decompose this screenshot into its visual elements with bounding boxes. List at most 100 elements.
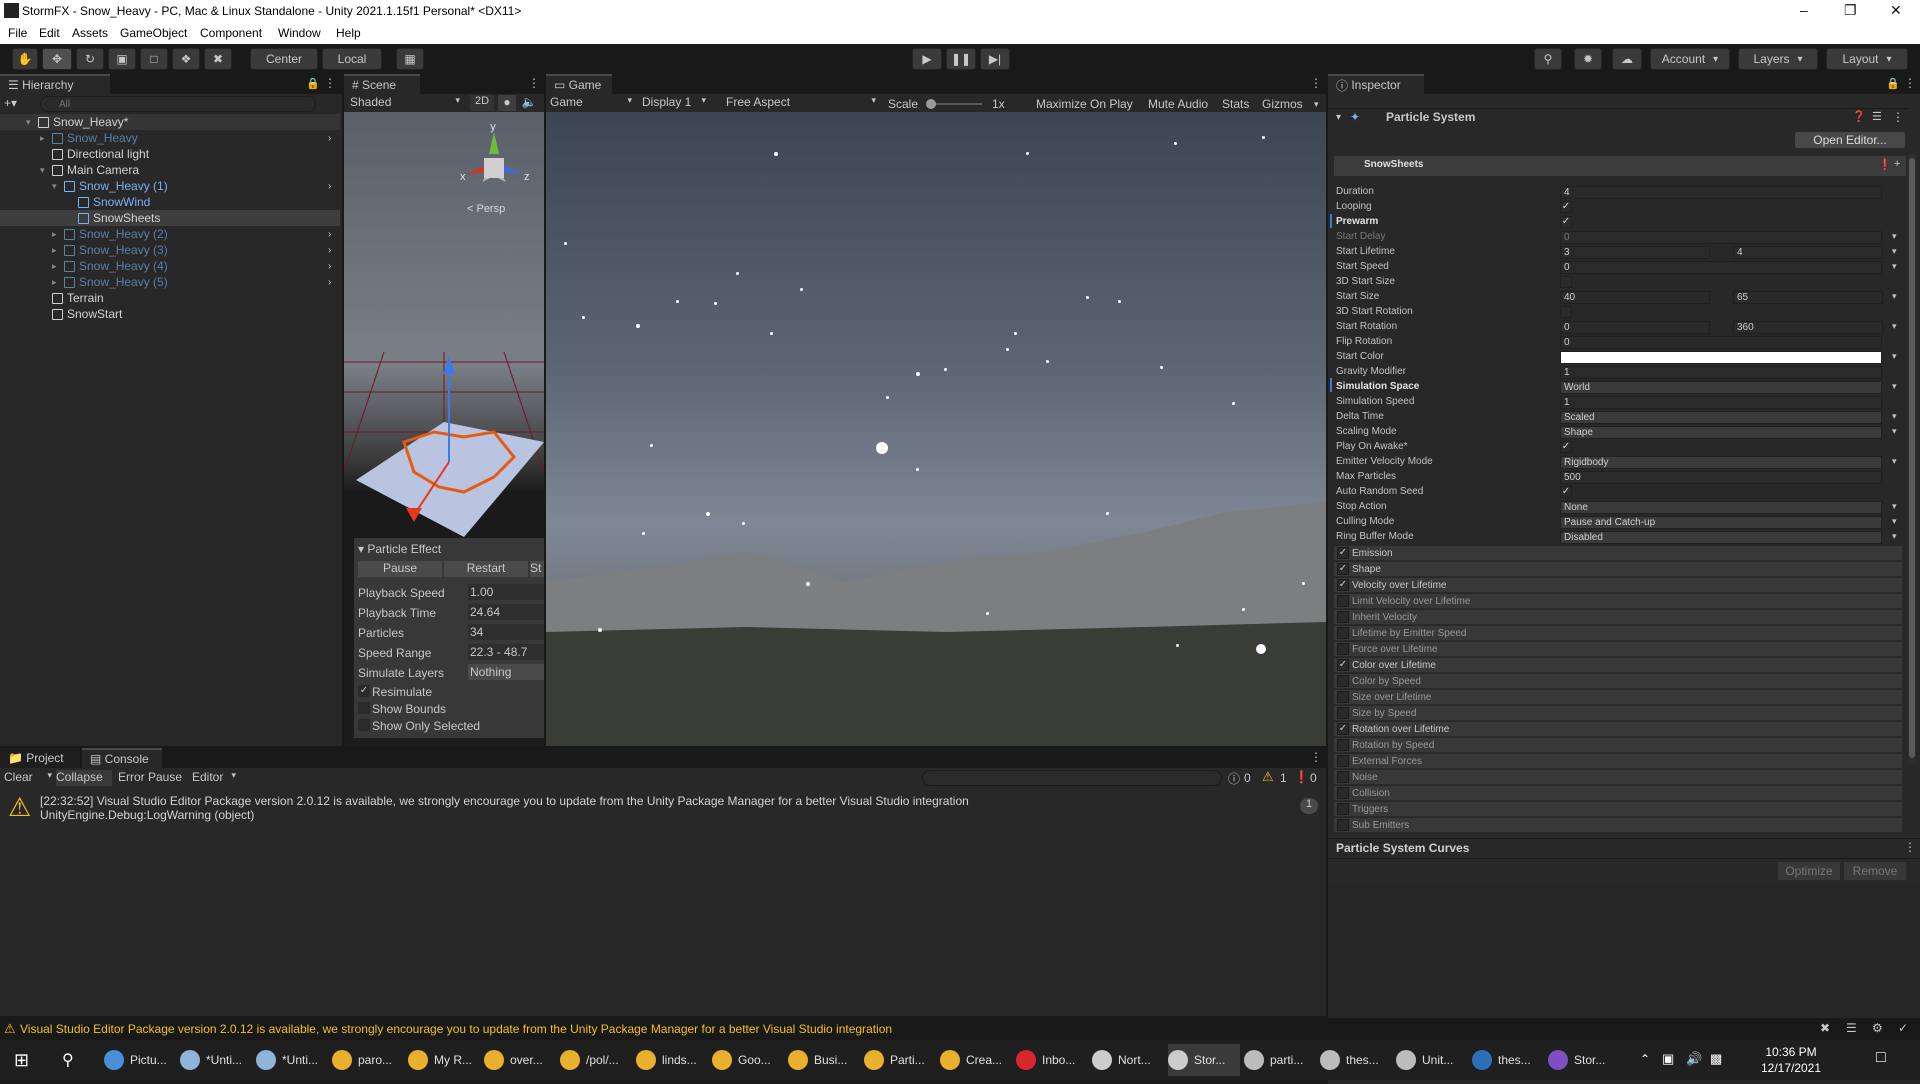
tab-console[interactable]: ▤ Console <box>82 748 162 768</box>
debug-icon[interactable]: ✖ <box>1820 1021 1830 1035</box>
console-menu-icon[interactable]: ⋮ <box>1310 750 1322 764</box>
rect-tool-icon[interactable]: □ <box>140 48 168 70</box>
tray-network-icon[interactable]: ▣ <box>1662 1051 1674 1067</box>
system-header[interactable]: SnowSheets ❗ + <box>1334 156 1906 176</box>
module-checkbox[interactable] <box>1337 595 1349 607</box>
property-value[interactable]: 0 <box>1560 231 1882 244</box>
taskbar-app[interactable]: Crea... <box>940 1044 1012 1076</box>
property-value[interactable]: 40 <box>1560 291 1710 304</box>
system-info-icon[interactable]: ❗ <box>1878 158 1892 171</box>
hierarchy-item[interactable]: ▸ Snow_Heavy (5) › <box>0 274 340 290</box>
preset-icon[interactable]: ☰ <box>1872 110 1882 123</box>
expand-arrow-icon[interactable]: ▾ <box>40 165 52 176</box>
menu-component[interactable]: Component <box>200 26 262 40</box>
particle-effect-toggle[interactable]: ✓ Resimulate <box>358 684 544 700</box>
scale-slider[interactable] <box>928 103 982 105</box>
console-search-input[interactable] <box>922 770 1222 786</box>
property-value-max[interactable]: 4 <box>1733 246 1883 259</box>
module-header[interactable]: Size by Speed <box>1334 706 1902 721</box>
taskbar-app[interactable]: thes... <box>1472 1044 1544 1076</box>
taskbar-app[interactable]: *Unti... <box>256 1044 328 1076</box>
optimize-button[interactable]: Optimize <box>1778 862 1840 880</box>
gizmos-dropdown[interactable]: Gizmos <box>1262 97 1303 111</box>
module-header[interactable]: ✓ Emission <box>1334 546 1902 561</box>
property-value[interactable]: 4 <box>1560 186 1882 199</box>
help-icon[interactable]: ❓ <box>1852 110 1866 123</box>
expand-arrow-icon[interactable]: ▸ <box>52 277 64 288</box>
remove-button[interactable]: Remove <box>1844 862 1906 880</box>
hierarchy-item[interactable]: Terrain <box>0 290 340 306</box>
taskbar-search-icon[interactable]: ⚲ <box>62 1050 74 1070</box>
scale-slider-thumb[interactable] <box>926 99 936 109</box>
game-mode-dropdown[interactable]: Game ▾ <box>550 95 636 111</box>
dropdown-chevron-icon[interactable]: ▾ <box>1892 381 1897 392</box>
maximize-icon[interactable]: ❐ <box>1844 2 1857 19</box>
taskbar-app[interactable]: Pictu... <box>104 1044 176 1076</box>
hierarchy-item[interactable]: ▸ Snow_Heavy (4) › <box>0 258 340 274</box>
module-header[interactable]: Noise <box>1334 770 1902 785</box>
property-value[interactable]: 1 <box>1560 366 1882 379</box>
prefab-open-icon[interactable]: › <box>328 277 331 288</box>
console-log-entry[interactable]: ⚠ [22:32:52] Visual Studio Editor Packag… <box>0 792 1326 826</box>
tab-scene[interactable]: # Scene <box>344 74 420 94</box>
search-icon[interactable]: ⚲ <box>1534 48 1562 70</box>
pivot-local-button[interactable]: Local <box>322 48 382 70</box>
module-checkbox[interactable]: ✓ <box>1337 659 1349 671</box>
auto-refresh-icon[interactable]: ✓ <box>1898 1021 1908 1035</box>
curves-menu-icon[interactable]: ⋮ <box>1904 840 1916 854</box>
hierarchy-item[interactable]: SnowWind <box>0 194 340 210</box>
dropdown-chevron-icon[interactable]: ▾ <box>1892 411 1897 422</box>
property-value[interactable]: World <box>1560 381 1882 394</box>
checkbox[interactable] <box>358 719 370 731</box>
hierarchy-item[interactable]: ▾ Snow_Heavy (1) › <box>0 178 340 194</box>
property-value[interactable]: Shape <box>1560 426 1882 439</box>
taskbar-app[interactable]: paro... <box>332 1044 404 1076</box>
error-pause-toggle[interactable]: Error Pause <box>118 770 190 786</box>
hierarchy-item[interactable]: ▸ Snow_Heavy (3) › <box>0 242 340 258</box>
hierarchy-item[interactable]: SnowStart <box>0 306 340 322</box>
pause-effect-button[interactable]: Pause <box>358 561 442 577</box>
hierarchy-scene-root[interactable]: ▾ Snow_Heavy* <box>0 114 340 130</box>
module-checkbox[interactable]: ✓ <box>1337 723 1349 735</box>
module-header[interactable]: Inherit Velocity <box>1334 610 1902 625</box>
checkbox[interactable] <box>358 702 370 714</box>
property-value[interactable]: Scaled <box>1560 411 1882 424</box>
property-value-max[interactable]: 65 <box>1733 291 1883 304</box>
stop-effect-button[interactable]: St <box>530 561 544 577</box>
prefab-open-icon[interactable]: › <box>328 229 331 240</box>
grid-snap-icon[interactable]: ▦ <box>396 48 424 70</box>
database-icon[interactable]: ☰ <box>1846 1021 1857 1035</box>
close-icon[interactable]: ✕ <box>1890 2 1902 19</box>
move-handle-y-arrow[interactable] <box>443 356 455 374</box>
editor-dropdown[interactable]: Editor ▾ <box>192 770 238 786</box>
taskbar-app[interactable]: /pol/... <box>560 1044 632 1076</box>
prefab-open-icon[interactable]: › <box>328 245 331 256</box>
module-checkbox[interactable] <box>1337 755 1349 767</box>
tray-app-icon[interactable]: ▩ <box>1710 1051 1722 1067</box>
property-value[interactable]: 3 <box>1560 246 1710 259</box>
add-system-icon[interactable]: + <box>1894 158 1900 170</box>
collab-icon[interactable]: ✹ <box>1574 48 1602 70</box>
taskbar-app[interactable]: Parti... <box>864 1044 936 1076</box>
module-checkbox[interactable] <box>1337 803 1349 815</box>
hand-tool-icon[interactable]: ✋ <box>12 48 38 70</box>
dropdown-chevron-icon[interactable]: ▾ <box>1892 516 1897 527</box>
aspect-dropdown[interactable]: Free Aspect ▾ <box>726 95 880 111</box>
property-value[interactable]: Pause and Catch-up <box>1560 516 1882 529</box>
property-value[interactable]: 0 <box>1560 336 1882 349</box>
taskbar-app[interactable]: Inbo... <box>1016 1044 1088 1076</box>
particle-effect-toggle[interactable]: Show Bounds <box>358 701 544 717</box>
prefab-open-icon[interactable]: › <box>328 261 331 272</box>
tray-volume-icon[interactable]: 🔊 <box>1686 1051 1702 1067</box>
taskbar-app[interactable]: over... <box>484 1044 556 1076</box>
layers-dropdown[interactable]: Layers <box>1738 48 1818 70</box>
dropdown-chevron-icon[interactable]: ▾ <box>1892 426 1897 437</box>
module-header[interactable]: Collision <box>1334 786 1902 801</box>
inspector-menu-icon[interactable]: ⋮ <box>1904 76 1916 90</box>
taskbar-app[interactable]: My R... <box>408 1044 480 1076</box>
rotate-tool-icon[interactable]: ↻ <box>76 48 104 70</box>
module-checkbox[interactable]: ✓ <box>1337 579 1349 591</box>
property-value[interactable]: 1 <box>1560 396 1882 409</box>
taskbar-app[interactable]: Busi... <box>788 1044 860 1076</box>
hierarchy-search-input[interactable] <box>40 96 316 112</box>
